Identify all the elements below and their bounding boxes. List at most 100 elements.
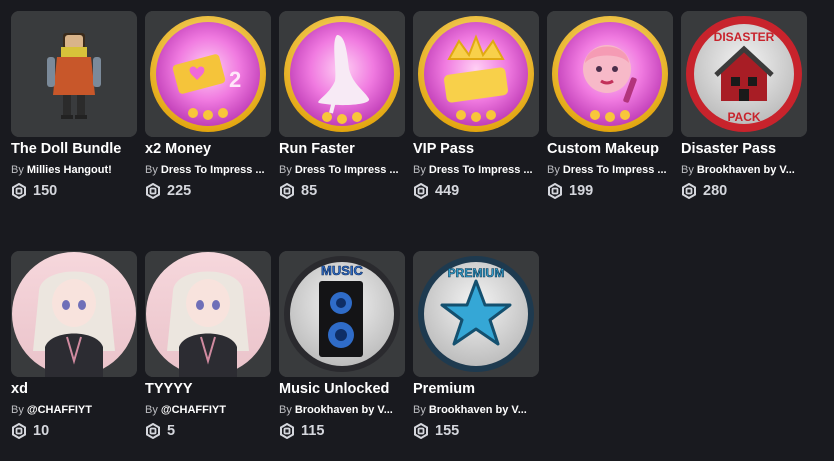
- robux-icon: [682, 183, 696, 199]
- item-creator[interactable]: By @CHAFFIYT: [145, 403, 271, 417]
- price-value: 449: [435, 183, 460, 199]
- item-thumbnail[interactable]: [547, 11, 673, 137]
- creator-name[interactable]: Dress To Impress ...: [295, 164, 399, 176]
- item-price: 10: [11, 422, 49, 440]
- creator-name[interactable]: Millies Hangout!: [27, 164, 112, 176]
- vip-pass-badge-image: [413, 11, 539, 137]
- anime-avatar-image: [11, 251, 137, 377]
- price-value: 199: [569, 183, 594, 199]
- item-price: 199: [547, 182, 593, 200]
- robux-icon: [414, 183, 428, 199]
- custom-makeup-badge-image: [547, 11, 673, 137]
- robux-icon: [12, 423, 26, 439]
- price-value: 10: [33, 423, 50, 439]
- item-creator[interactable]: By Dress To Impress ...: [279, 163, 405, 177]
- item-card-run-faster[interactable]: Run Faster By Dress To Impress ... 85: [279, 11, 405, 221]
- robux-icon: [146, 183, 160, 199]
- item-thumbnail[interactable]: DISASTER PACK: [681, 11, 807, 137]
- badge-top-text: DISASTER: [714, 30, 775, 44]
- item-creator[interactable]: By @CHAFFIYT: [11, 403, 137, 417]
- item-title[interactable]: TYYYY: [145, 380, 277, 398]
- by-label: By: [413, 404, 426, 416]
- price-value: 225: [167, 183, 192, 199]
- robux-icon: [280, 183, 294, 199]
- by-label: By: [547, 164, 560, 176]
- creator-name[interactable]: Dress To Impress ...: [161, 164, 265, 176]
- item-thumbnail[interactable]: [11, 11, 137, 137]
- item-creator[interactable]: By Millies Hangout!: [11, 163, 137, 177]
- item-thumbnail[interactable]: MUSIC: [279, 251, 405, 377]
- item-title[interactable]: The Doll Bundle: [11, 140, 143, 158]
- price-value: 5: [167, 423, 176, 439]
- item-title[interactable]: x2 Money: [145, 140, 277, 158]
- item-price: 115: [279, 422, 324, 440]
- item-thumbnail[interactable]: [279, 11, 405, 137]
- item-price: 85: [279, 182, 317, 200]
- by-label: By: [145, 164, 158, 176]
- creator-name[interactable]: Brookhaven by V...: [295, 404, 393, 416]
- item-price: 225: [145, 182, 191, 200]
- item-card-vip-pass[interactable]: VIP Pass By Dress To Impress ... 449: [413, 11, 539, 221]
- by-label: By: [413, 164, 426, 176]
- item-card-custom-makeup[interactable]: Custom Makeup By Dress To Impress ... 199: [547, 11, 673, 221]
- item-card-x2-money[interactable]: 2 x2 Money By Dress To Impress ... 225: [145, 11, 271, 221]
- item-card-premium[interactable]: PREMIUM Premium By Brookhaven by V... 155: [413, 251, 539, 461]
- by-label: By: [279, 404, 292, 416]
- price-value: 155: [435, 423, 460, 439]
- anime-avatar-image: [145, 251, 271, 377]
- by-label: By: [145, 404, 158, 416]
- music-speaker-badge-image: MUSIC: [279, 251, 405, 377]
- robux-icon: [280, 423, 294, 439]
- item-creator[interactable]: By Dress To Impress ...: [145, 163, 271, 177]
- badge-bottom-text: PACK: [727, 110, 760, 124]
- item-thumbnail[interactable]: [11, 251, 137, 377]
- item-price: 280: [681, 182, 727, 200]
- item-creator[interactable]: By Brookhaven by V...: [413, 403, 539, 417]
- item-price: 155: [413, 422, 459, 440]
- robux-icon: [12, 183, 26, 199]
- item-card-xd[interactable]: xd By @CHAFFIYT 10: [11, 251, 137, 461]
- robux-icon: [548, 183, 562, 199]
- creator-name[interactable]: Brookhaven by V...: [697, 164, 795, 176]
- item-creator[interactable]: By Brookhaven by V...: [279, 403, 405, 417]
- item-creator[interactable]: By Dress To Impress ...: [547, 163, 673, 177]
- creator-name[interactable]: @CHAFFIYT: [27, 404, 92, 416]
- item-thumbnail[interactable]: PREMIUM: [413, 251, 539, 377]
- game-pass-grid: The Doll Bundle By Millies Hangout! 150 2: [0, 0, 834, 452]
- item-card-music-unlocked[interactable]: MUSIC Music Unlocked By Brookhaven by V..…: [279, 251, 405, 461]
- premium-star-badge-image: PREMIUM: [413, 251, 539, 377]
- creator-name[interactable]: Brookhaven by V...: [429, 404, 527, 416]
- creator-name[interactable]: @CHAFFIYT: [161, 404, 226, 416]
- item-card-tyyyy[interactable]: TYYYY By @CHAFFIYT 5: [145, 251, 271, 461]
- price-value: 115: [301, 423, 325, 439]
- item-thumbnail[interactable]: [145, 251, 271, 377]
- robux-icon: [146, 423, 160, 439]
- item-title[interactable]: Premium: [413, 380, 545, 398]
- item-card-disaster-pass[interactable]: DISASTER PACK Disaster Pass By Brookhaven…: [681, 11, 807, 221]
- price-value: 280: [703, 183, 728, 199]
- item-price: 5: [145, 422, 175, 440]
- robux-icon: [414, 423, 428, 439]
- badge-top-text: MUSIC: [321, 263, 364, 278]
- item-thumbnail[interactable]: 2: [145, 11, 271, 137]
- by-label: By: [681, 164, 694, 176]
- item-creator[interactable]: By Brookhaven by V...: [681, 163, 807, 177]
- item-title[interactable]: Music Unlocked: [279, 380, 411, 398]
- item-price: 150: [11, 182, 57, 200]
- item-title[interactable]: Disaster Pass: [681, 140, 813, 158]
- item-title[interactable]: Custom Makeup: [547, 140, 679, 158]
- doll-avatar-image: [11, 11, 137, 137]
- item-thumbnail[interactable]: [413, 11, 539, 137]
- item-title[interactable]: xd: [11, 380, 143, 398]
- item-title[interactable]: VIP Pass: [413, 140, 545, 158]
- price-value: 85: [301, 183, 318, 199]
- creator-name[interactable]: Dress To Impress ...: [563, 164, 667, 176]
- item-title[interactable]: Run Faster: [279, 140, 411, 158]
- item-creator[interactable]: By Dress To Impress ...: [413, 163, 539, 177]
- by-label: By: [279, 164, 292, 176]
- creator-name[interactable]: Dress To Impress ...: [429, 164, 533, 176]
- item-card-doll-bundle[interactable]: The Doll Bundle By Millies Hangout! 150: [11, 11, 137, 221]
- item-price: 449: [413, 182, 459, 200]
- x2-money-badge-image: 2: [145, 11, 271, 137]
- by-label: By: [11, 404, 24, 416]
